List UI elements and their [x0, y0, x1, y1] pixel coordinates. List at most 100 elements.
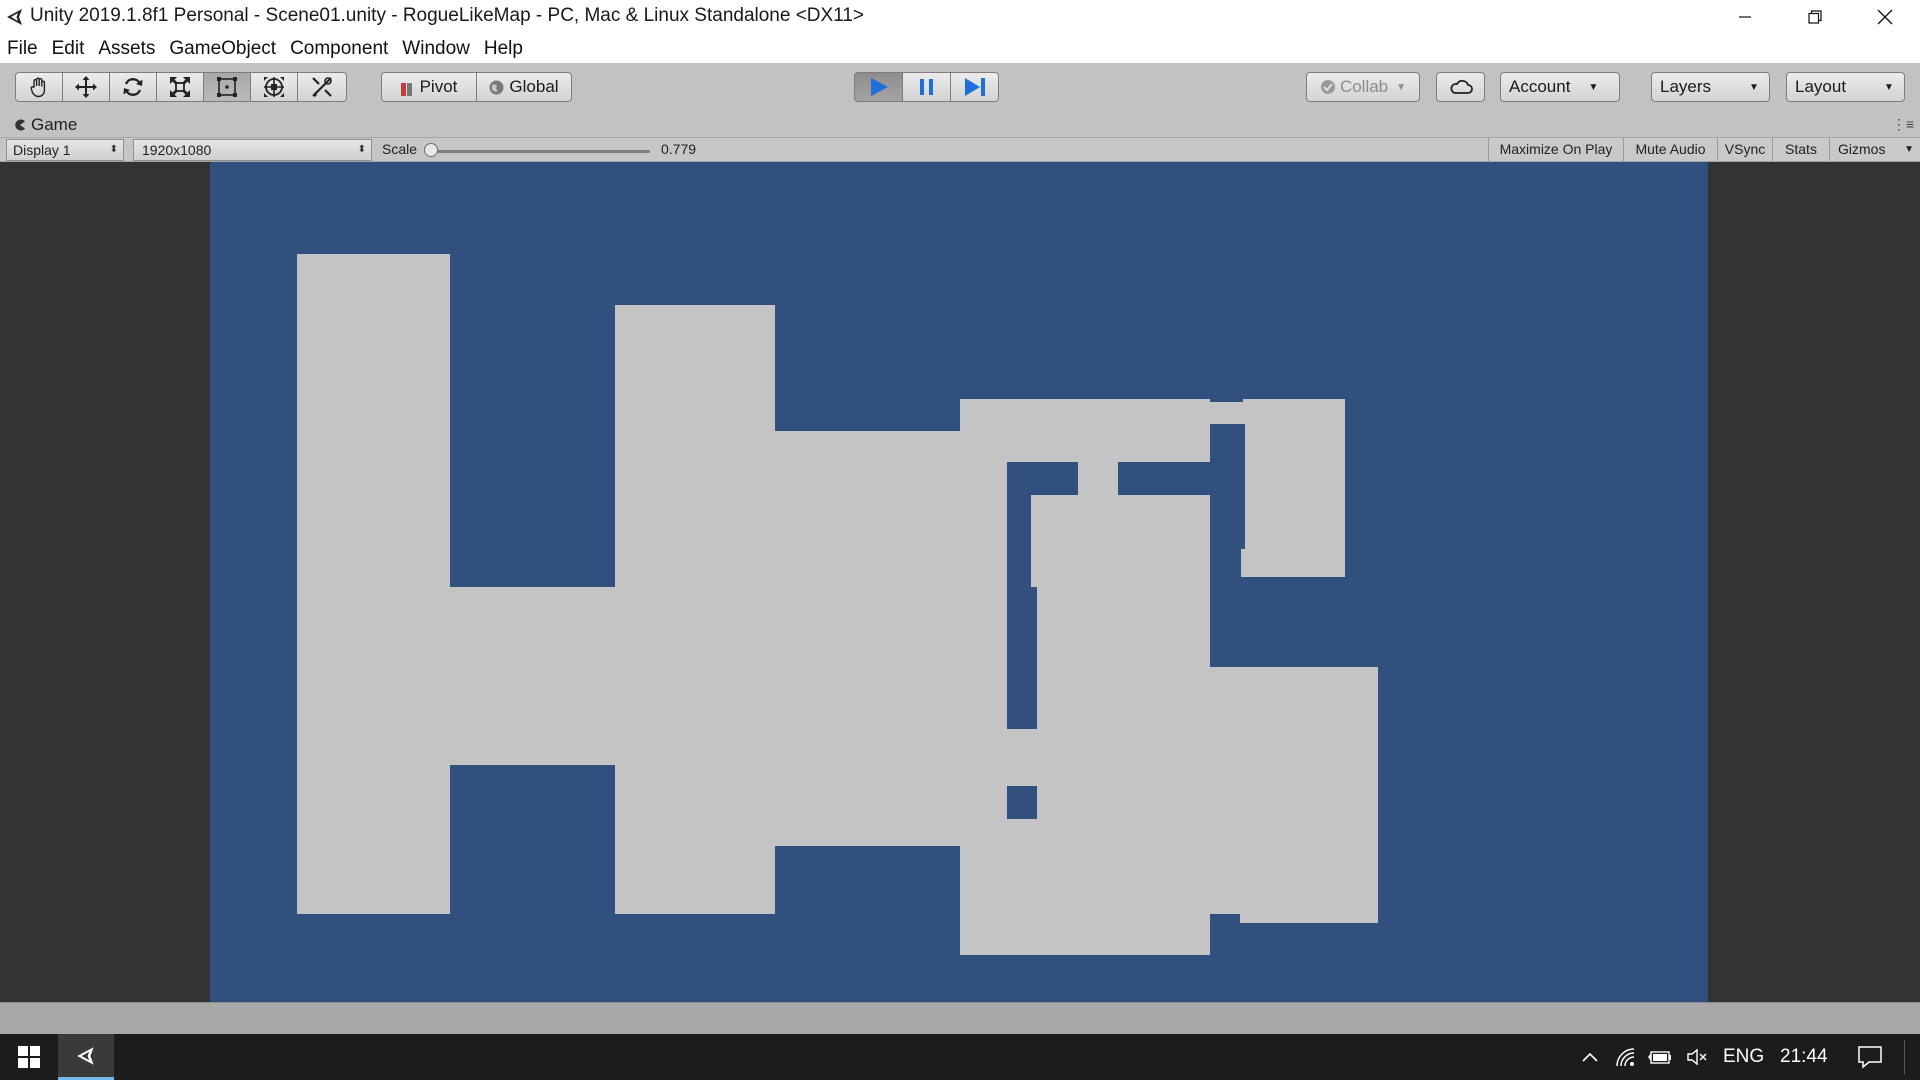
- menu-window[interactable]: Window: [395, 34, 477, 63]
- check-circle-icon: [1320, 79, 1336, 95]
- custom-tool-button[interactable]: [297, 72, 347, 102]
- game-tab-bar: Game ⋮≡: [0, 113, 1920, 137]
- scale-value: 0.779: [661, 141, 697, 157]
- layout-dropdown[interactable]: Layout ▼: [1786, 72, 1905, 102]
- step-button[interactable]: [950, 72, 999, 102]
- menu-help[interactable]: Help: [477, 34, 530, 63]
- floor-block-center: [775, 431, 960, 846]
- clock[interactable]: 21:44: [1780, 1046, 1828, 1068]
- mute-audio-toggle[interactable]: Mute Audio: [1623, 138, 1717, 161]
- chevron-down-icon: ▼: [1749, 81, 1759, 93]
- wall-notch-bottom: [1210, 914, 1240, 923]
- close-icon[interactable]: [1850, 0, 1920, 34]
- account-dropdown[interactable]: Account ▼: [1500, 72, 1620, 102]
- wall-inner-top-left: [1007, 462, 1078, 495]
- wall-gap-top-right: [1210, 424, 1245, 549]
- restore-icon[interactable]: [1780, 0, 1850, 34]
- floor-room-left-tall: [297, 254, 450, 914]
- account-label: Account: [1509, 77, 1571, 96]
- global-toggle[interactable]: Global: [476, 72, 572, 102]
- collab-label: Collab: [1339, 77, 1389, 96]
- wall-inner-block-small: [1007, 786, 1037, 819]
- start-button[interactable]: [0, 1034, 58, 1080]
- menu-file[interactable]: File: [0, 34, 45, 63]
- play-button[interactable]: [854, 72, 903, 102]
- transform-tool-icon: [264, 77, 284, 97]
- display-dropdown[interactable]: Display 1 ⬍: [6, 139, 124, 161]
- cloud-icon: [1450, 79, 1473, 94]
- tab-menu-icon[interactable]: ⋮≡: [1892, 116, 1914, 133]
- scale-label: Scale: [382, 141, 418, 157]
- wall-notch-top: [1210, 399, 1243, 402]
- floor-corridor-left: [450, 587, 615, 765]
- layers-dropdown[interactable]: Layers ▼: [1651, 72, 1770, 102]
- game-view-toolbar: Display 1 ⬍ 1920x1080 ⬍ Scale 0.779 Maxi…: [0, 137, 1920, 162]
- show-desktop-button[interactable]: [1904, 1040, 1905, 1074]
- unity-logo-icon: [4, 6, 26, 28]
- window-title: Unity 2019.1.8f1 Personal - Scene01.unit…: [30, 5, 865, 26]
- dungeon-map: [297, 254, 1378, 955]
- main-toolbar: Pivot Global Collab ▼ Account ▼ Layers ▼…: [0, 63, 1920, 114]
- language-indicator[interactable]: ENG: [1723, 1046, 1764, 1068]
- move-tool-icon: [75, 76, 97, 98]
- up-down-icon: ⬍: [357, 144, 366, 155]
- floor-room-bottom-right: [1210, 667, 1378, 923]
- play-icon: [870, 78, 888, 96]
- scale-slider-track[interactable]: [430, 150, 650, 153]
- gizmos-label: Gizmos: [1838, 141, 1886, 157]
- title-bar: Unity 2019.1.8f1 Personal - Scene01.unit…: [0, 0, 1920, 34]
- wall-inner-top-right: [1118, 462, 1210, 495]
- pivot-icon: [400, 81, 413, 96]
- menu-bar: File Edit Assets GameObject Component Wi…: [0, 34, 1920, 63]
- rect-tool-button[interactable]: [203, 72, 251, 102]
- wall-gap-mid-right: [1210, 547, 1241, 667]
- menu-assets[interactable]: Assets: [91, 34, 162, 63]
- status-bar: [0, 1002, 1920, 1035]
- resolution-value: 1920x1080: [142, 142, 212, 158]
- global-label: Global: [509, 77, 559, 96]
- battery-icon[interactable]: [1648, 1046, 1672, 1068]
- maximize-on-play-toggle[interactable]: Maximize On Play: [1488, 138, 1623, 161]
- scale-tool-icon: [170, 77, 190, 97]
- up-down-icon: ⬍: [109, 144, 118, 155]
- cloud-button[interactable]: [1436, 72, 1485, 102]
- vsync-toggle[interactable]: VSync: [1717, 138, 1772, 161]
- wifi-icon[interactable]: [1614, 1046, 1638, 1068]
- pivot-toggle[interactable]: Pivot: [381, 72, 477, 102]
- custom-tool-icon: [312, 77, 332, 98]
- menu-component[interactable]: Component: [283, 34, 395, 63]
- chevron-down-icon: ▼: [1588, 81, 1599, 93]
- chevron-down-icon: ▼: [1396, 81, 1407, 93]
- scale-tool-button[interactable]: [156, 72, 204, 102]
- layout-label: Layout: [1795, 77, 1847, 96]
- scale-slider-handle[interactable]: [424, 143, 438, 157]
- gizmos-dropdown[interactable]: Gizmos ▼: [1829, 138, 1920, 161]
- stats-toggle[interactable]: Stats: [1772, 138, 1829, 161]
- windows-start-icon: [18, 1046, 40, 1068]
- chevron-down-icon: ▼: [1904, 144, 1914, 155]
- pause-icon: [919, 79, 933, 95]
- rotate-tool-button[interactable]: [109, 72, 157, 102]
- hand-tool-button[interactable]: [15, 72, 63, 102]
- tab-game-label: Game: [31, 115, 78, 134]
- transform-tool-button[interactable]: [250, 72, 298, 102]
- globe-icon: [489, 80, 504, 95]
- collab-dropdown[interactable]: Collab ▼: [1306, 72, 1420, 102]
- menu-edit[interactable]: Edit: [45, 34, 92, 63]
- menu-gameobject[interactable]: GameObject: [162, 34, 283, 63]
- hand-tool-icon: [30, 77, 46, 98]
- speaker-muted-icon[interactable]: [1685, 1046, 1709, 1068]
- minimize-icon[interactable]: [1710, 0, 1780, 34]
- chevron-up-icon[interactable]: [1578, 1046, 1602, 1068]
- pause-button[interactable]: [902, 72, 951, 102]
- notification-icon[interactable]: [1857, 1045, 1883, 1074]
- step-icon: [964, 78, 985, 96]
- rect-tool-icon: [217, 77, 237, 97]
- tab-game[interactable]: Game: [14, 115, 77, 135]
- resolution-dropdown[interactable]: 1920x1080 ⬍: [133, 139, 372, 161]
- display-value: Display 1: [13, 142, 71, 158]
- unity-taskbar-button[interactable]: [58, 1034, 114, 1080]
- move-tool-button[interactable]: [62, 72, 110, 102]
- game-render-area[interactable]: [210, 162, 1708, 1002]
- chevron-down-icon: ▼: [1884, 81, 1894, 93]
